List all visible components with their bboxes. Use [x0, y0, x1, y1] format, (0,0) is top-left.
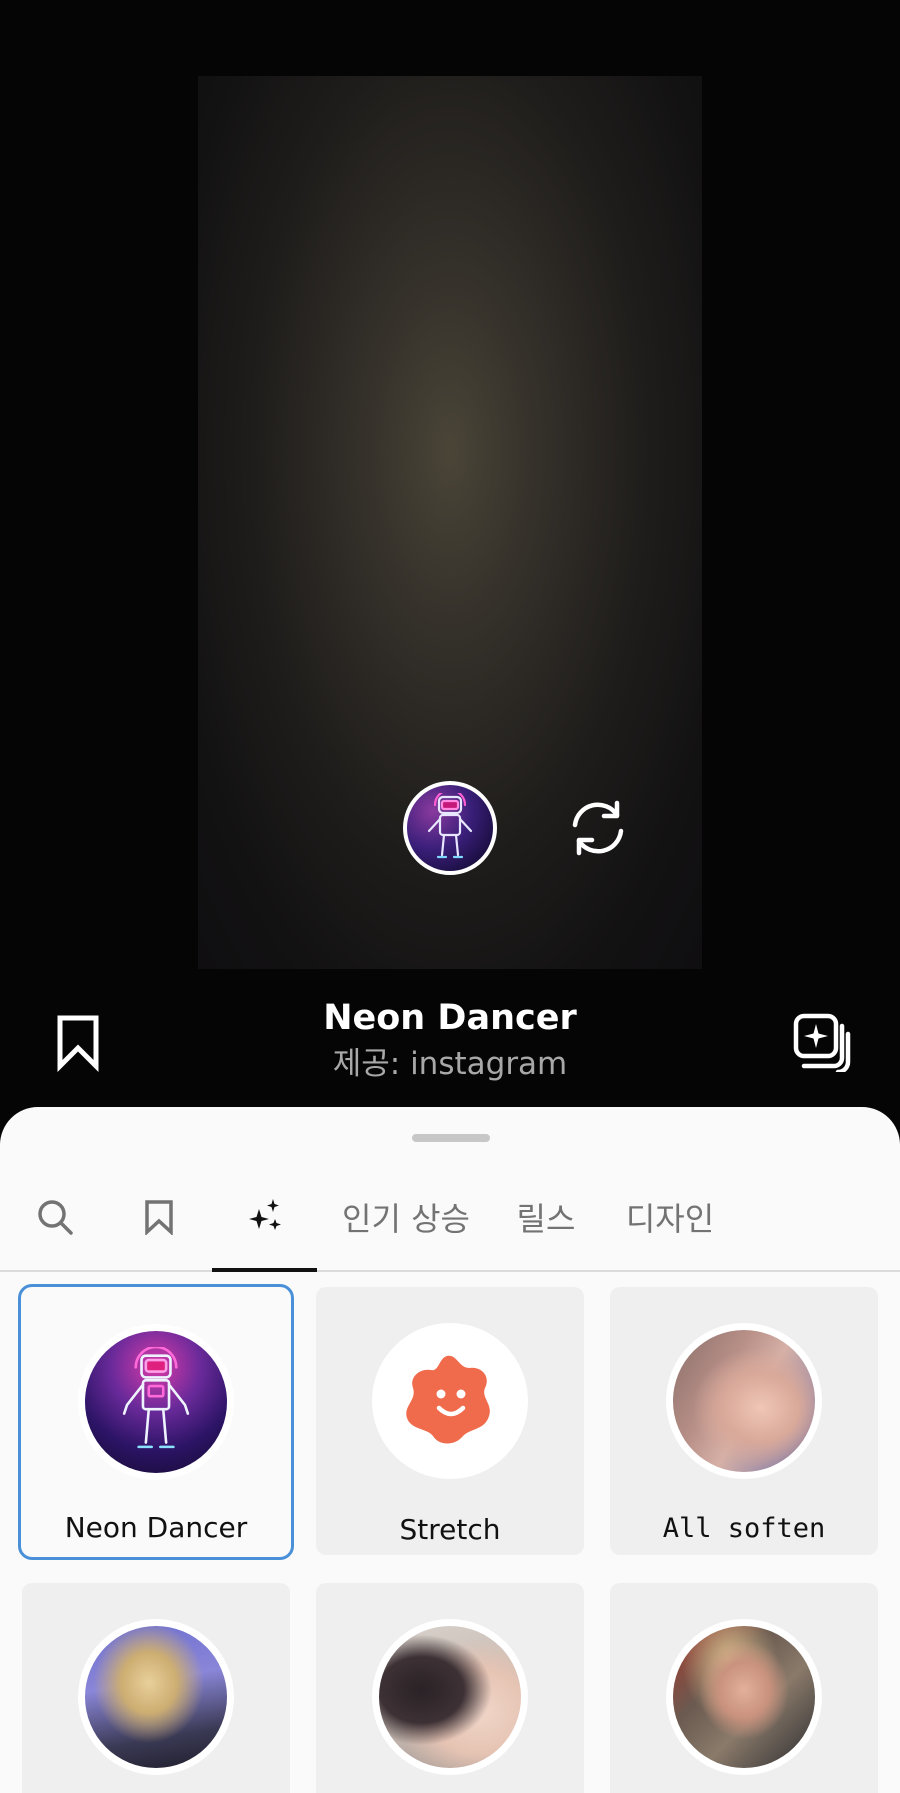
- orange-blob-smiley-thumbnail: [406, 1355, 490, 1444]
- bookmark-icon: [145, 1200, 173, 1235]
- portrait-thumbnail: [673, 1626, 815, 1768]
- effect-thumbnail: [666, 1323, 822, 1479]
- tab-trending[interactable]: 인기 상승: [336, 1162, 476, 1272]
- tab-label: 인기 상승: [342, 1200, 470, 1238]
- add-to-story-icon: [793, 1013, 851, 1075]
- effect-thumbnail: [666, 1619, 822, 1775]
- effect-thumbnail: [78, 1324, 234, 1480]
- effect-capture-button[interactable]: [403, 781, 497, 875]
- effect-creator: 제공: instagram: [332, 1046, 568, 1082]
- flip-camera-button[interactable]: [565, 795, 631, 861]
- flip-camera-icon: [572, 800, 624, 856]
- sparkles-icon: [248, 1199, 281, 1230]
- effect-card-neon-dancer[interactable]: Neon Dancer: [18, 1284, 294, 1560]
- tab-for-you[interactable]: [212, 1162, 317, 1272]
- tab-saved[interactable]: [124, 1162, 194, 1272]
- effect-label: All soften: [662, 1513, 826, 1544]
- neon-dancer-robot-icon: [427, 793, 473, 859]
- add-to-story-button[interactable]: [792, 1012, 852, 1075]
- effect-thumbnail: [78, 1619, 234, 1775]
- portrait-thumbnail: [379, 1626, 521, 1768]
- tab-search[interactable]: [20, 1162, 90, 1272]
- effect-title: Neon Dancer: [323, 998, 577, 1038]
- neon-robot-thumbnail: [122, 1347, 190, 1449]
- effect-thumbnail: [372, 1323, 528, 1479]
- effect-thumbnail: [372, 1619, 528, 1775]
- drag-handle[interactable]: [412, 1134, 490, 1142]
- effect-card[interactable]: [22, 1583, 290, 1793]
- tab-label: 릴스: [516, 1200, 576, 1238]
- tab-label: 디자인: [625, 1200, 715, 1238]
- effect-card-all-soften[interactable]: All soften: [610, 1287, 878, 1555]
- effect-card-stretch[interactable]: Stretch: [316, 1287, 584, 1555]
- effect-card[interactable]: [610, 1583, 878, 1793]
- search-icon: [38, 1200, 73, 1235]
- effect-label: Stretch: [399, 1513, 501, 1546]
- portrait-thumbnail: [85, 1626, 227, 1768]
- tab-reels[interactable]: 릴스: [508, 1162, 584, 1272]
- portrait-thumbnail: [673, 1330, 815, 1472]
- tab-design[interactable]: 디자인: [620, 1162, 720, 1272]
- effect-card[interactable]: [316, 1583, 584, 1793]
- selected-tab-indicator: [212, 1268, 317, 1272]
- effect-label: Neon Dancer: [64, 1511, 248, 1544]
- effects-tab-bar: 인기 상승 릴스 디자인: [0, 1162, 900, 1272]
- effect-info: Neon Dancer 제공: instagram: [0, 995, 900, 1085]
- effects-bottom-sheet: 인기 상승 릴스 디자인 Neon Dancer Stretch All sof…: [0, 1107, 900, 1793]
